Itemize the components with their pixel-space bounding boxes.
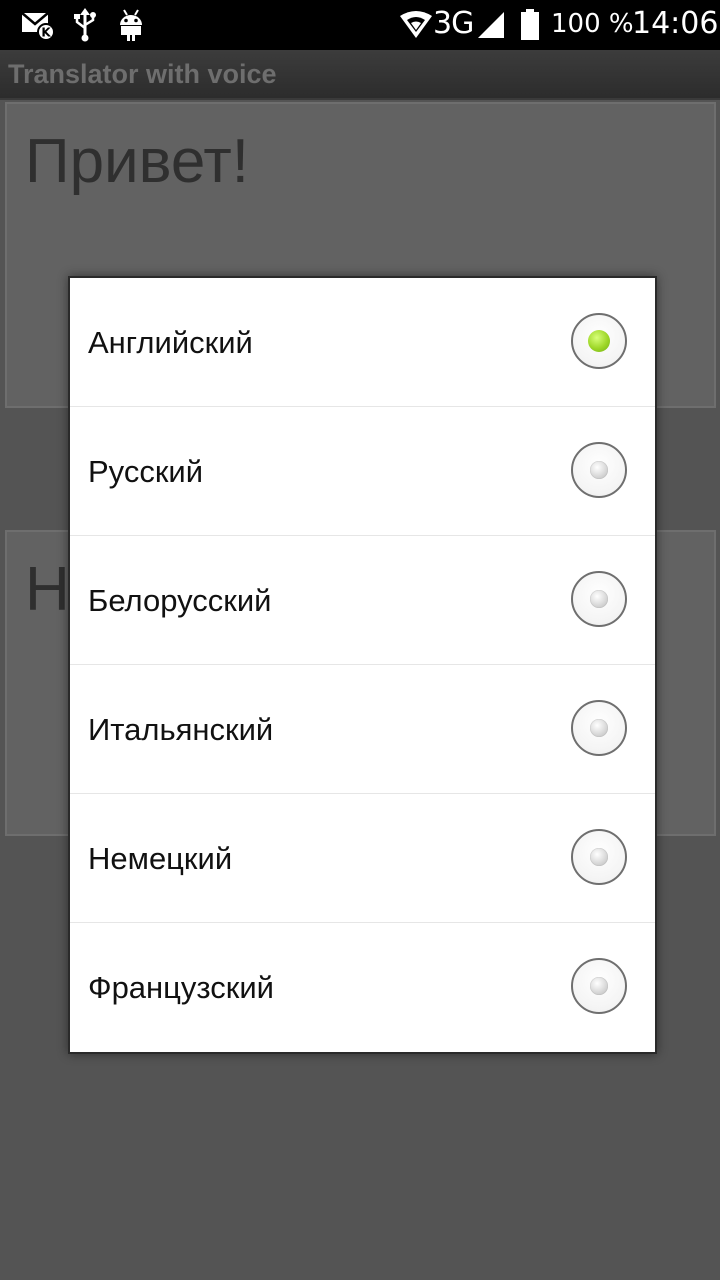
radio-button[interactable] <box>571 700 627 756</box>
language-option-label: Итальянский <box>88 712 274 747</box>
battery-icon <box>521 9 539 40</box>
language-option-label: Английский <box>88 325 253 360</box>
signal-icon <box>478 12 504 38</box>
radio-button-selected[interactable] <box>571 313 627 369</box>
language-option-label: Немецкий <box>88 841 233 876</box>
radio-button[interactable] <box>571 829 627 885</box>
language-option-label: Французский <box>88 970 274 1005</box>
android-debug-icon <box>120 9 142 41</box>
network-type-label: 3G <box>433 6 474 41</box>
language-option-belarusian[interactable]: Белорусский <box>70 536 655 665</box>
language-option-english[interactable]: Английский <box>70 278 655 407</box>
language-option-label: Русский <box>88 454 204 489</box>
language-select-dialog: Английский Русский Белорусский Итальянск… <box>68 276 657 1054</box>
language-option-french[interactable]: Французский <box>70 923 655 1052</box>
status-bar: K 3G 100 % 14:06 <box>0 0 720 50</box>
app-bar: Translator with voice <box>0 50 720 100</box>
source-text: Привет! <box>25 127 249 196</box>
radio-dot-icon <box>588 330 610 352</box>
svg-text:K: K <box>41 26 51 40</box>
usb-icon <box>74 8 96 42</box>
language-option-label: Белорусский <box>88 583 272 618</box>
language-option-russian[interactable]: Русский <box>70 407 655 536</box>
app-title: Translator with voice <box>8 59 277 89</box>
mail-notification-icon: K <box>21 12 55 41</box>
language-option-italian[interactable]: Итальянский <box>70 665 655 794</box>
language-option-german[interactable]: Немецкий <box>70 794 655 923</box>
radio-dot-icon <box>590 848 608 866</box>
radio-button[interactable] <box>571 571 627 627</box>
radio-dot-icon <box>590 977 608 995</box>
radio-dot-icon <box>590 461 608 479</box>
radio-button[interactable] <box>571 958 627 1014</box>
wifi-icon <box>400 11 432 38</box>
clock-label: 14:06 <box>632 6 719 41</box>
battery-percent-label: 100 % <box>551 9 634 39</box>
radio-dot-icon <box>590 719 608 737</box>
radio-button[interactable] <box>571 442 627 498</box>
translation-text: Н <box>25 555 70 624</box>
radio-dot-icon <box>590 590 608 608</box>
